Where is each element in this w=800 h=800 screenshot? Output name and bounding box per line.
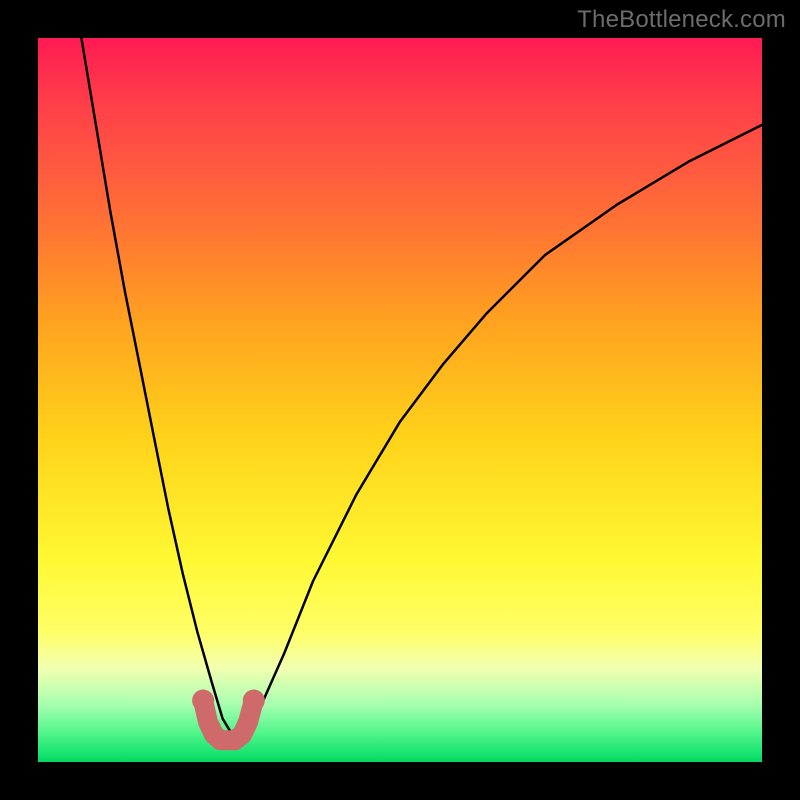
plot-area — [38, 38, 762, 762]
highlight-dot — [243, 690, 265, 712]
bottleneck-curve — [81, 38, 762, 737]
chart-svg — [38, 38, 762, 762]
highlight-dot — [192, 690, 214, 712]
watermark-text: TheBottleneck.com — [577, 6, 786, 34]
chart-frame: TheBottleneck.com — [0, 0, 800, 800]
highlight-endpoints — [192, 690, 265, 712]
